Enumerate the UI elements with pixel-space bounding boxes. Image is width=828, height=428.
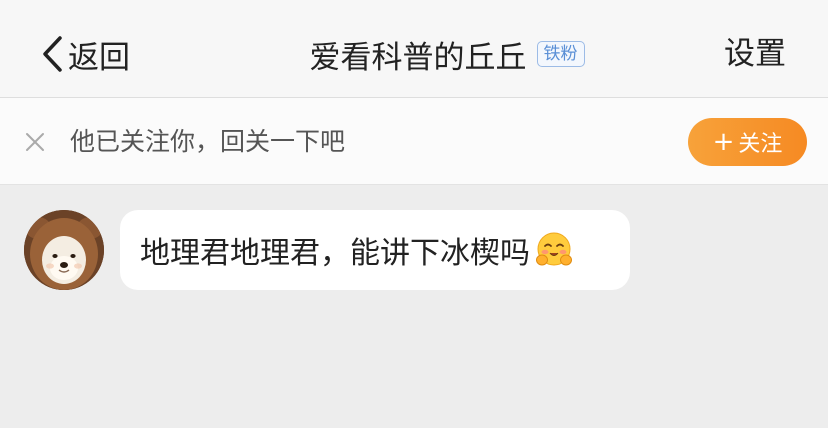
nav-header: 返回 爱看科普的丘丘 铁粉 设置 (0, 0, 828, 98)
close-icon[interactable] (24, 131, 46, 153)
message-text: 地理君地理君，能讲下冰楔吗 (140, 236, 530, 271)
follow-back-banner: 他已关注你，回关一下吧 + 关注 (0, 98, 828, 185)
plus-icon: + (712, 127, 735, 157)
settings-button[interactable]: 设置 (724, 32, 786, 76)
dog-avatar-image (24, 210, 104, 290)
banner-text: 他已关注你，回关一下吧 (70, 127, 346, 156)
page-title: 爱看科普的丘丘 (309, 39, 527, 76)
blushing-hug-emoji-icon (536, 232, 572, 266)
follow-button[interactable]: + 关注 (688, 118, 807, 166)
fan-badge: 铁粉 (536, 41, 585, 67)
avatar[interactable] (24, 210, 104, 290)
message-bubble[interactable]: 地理君地理君，能讲下冰楔吗 (120, 210, 630, 290)
follow-label: 关注 (738, 132, 783, 157)
title-group: 爱看科普的丘丘 铁粉 (0, 32, 828, 76)
